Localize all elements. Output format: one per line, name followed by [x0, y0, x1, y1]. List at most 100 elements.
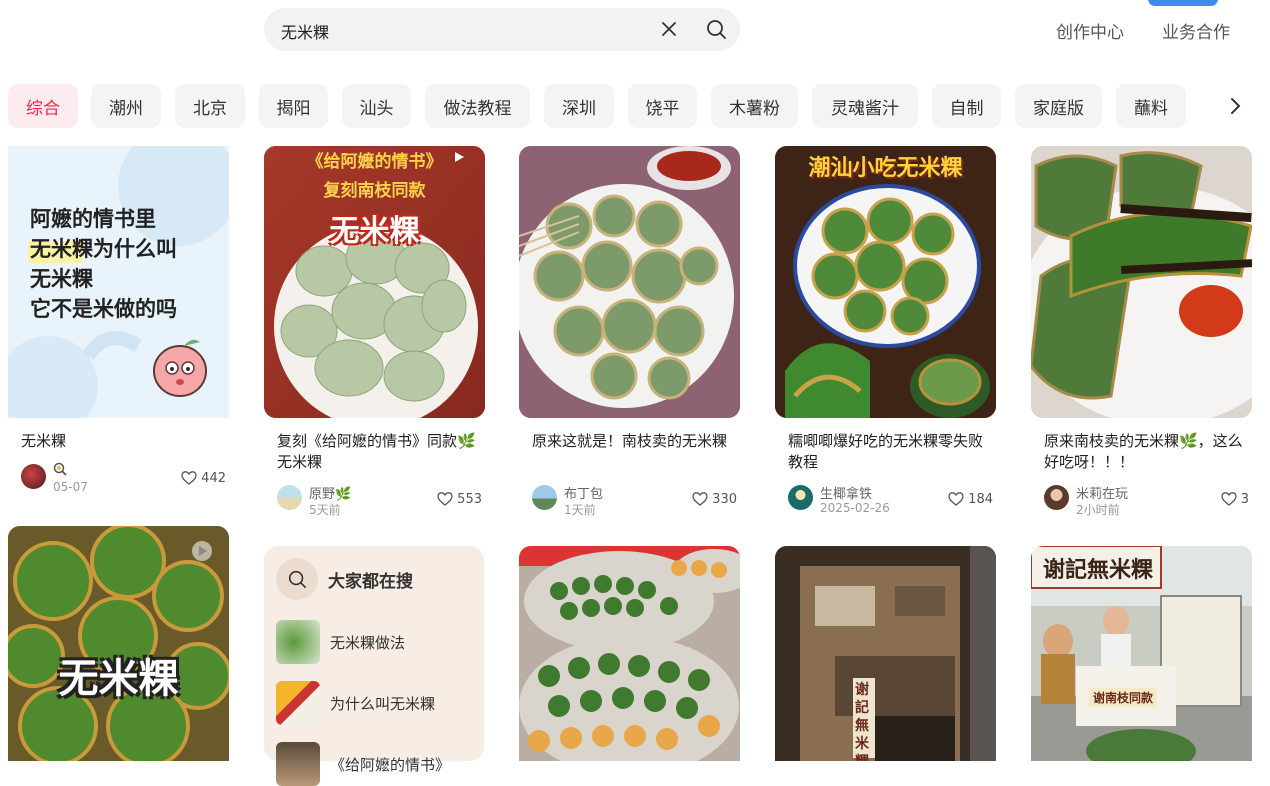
note-cover[interactable]: 潮汕小吃无米粿 — [775, 146, 996, 418]
note-title[interactable]: 原来这就是！南枝卖的无米粿 — [532, 431, 732, 452]
note-date: 2小时前 — [1076, 503, 1120, 517]
hot-search-thumb — [276, 620, 320, 664]
author-name[interactable]: 米莉在玩 — [1076, 483, 1128, 502]
like-count: 330 — [712, 491, 737, 507]
cover-title: 无米粿 — [58, 656, 179, 702]
hot-search-title: 大家都在搜 — [328, 571, 413, 592]
heart-icon — [1221, 492, 1237, 506]
chip[interactable]: 家庭版 — [1015, 84, 1102, 128]
shop-sign: 谢記無米粿 — [855, 682, 869, 761]
shop-sub-sign: 谢南枝同款 — [1089, 688, 1158, 707]
cover-photo — [519, 546, 740, 761]
heart-icon — [948, 492, 964, 506]
note-cover[interactable] — [519, 546, 740, 761]
like-count: 184 — [968, 491, 993, 507]
chip[interactable]: 深圳 — [544, 84, 614, 128]
heart-icon — [437, 492, 453, 506]
avatar[interactable] — [532, 485, 557, 510]
note-meta: 生椰拿铁 2025-02-26 184 — [788, 483, 993, 515]
author-name[interactable]: 原野🌿 — [309, 483, 351, 502]
heart-icon — [181, 471, 197, 485]
chip[interactable]: 灵魂酱汁 — [812, 84, 918, 128]
hot-search-label: 为什么叫无米粿 — [330, 694, 436, 713]
like-count: 553 — [457, 491, 482, 507]
top-bar: 无米粿 创作中心 业务合作 — [0, 0, 1270, 70]
chip[interactable]: 自制 — [932, 84, 1001, 128]
hot-search-item[interactable]: 为什么叫无米粿 — [276, 681, 476, 725]
clear-icon[interactable] — [659, 19, 679, 39]
chip-all[interactable]: 综合 — [8, 84, 78, 128]
cover-title: 潮汕小吃无米粿 — [808, 156, 963, 181]
cover-title: 无米粿 — [329, 214, 420, 249]
hot-search-label: 无米粿做法 — [330, 633, 406, 652]
hot-search-item[interactable]: 《给阿嬷的情书》 — [276, 742, 476, 786]
note-title[interactable]: 糯唧唧爆好吃的无米粿零失败教程 — [788, 431, 988, 473]
note-date: 5天前 — [309, 503, 341, 517]
chip[interactable]: 潮州 — [91, 84, 161, 128]
like-button[interactable]: 184 — [948, 491, 993, 507]
note-cover[interactable]: 阿嬷的情书里 无米粿为什么叫 无米粿 它不是米做的吗 — [8, 146, 229, 418]
hot-search-thumb — [276, 681, 320, 725]
note-cover[interactable] — [1031, 146, 1252, 418]
like-button[interactable]: 3 — [1221, 491, 1249, 507]
shop-sign: 谢記無米粿 — [1043, 558, 1154, 583]
author-name[interactable]: 布丁包 — [564, 483, 603, 502]
search-icon[interactable] — [705, 18, 727, 40]
creator-center-link[interactable]: 创作中心 — [1056, 18, 1124, 43]
note-meta: 布丁包 1天前 330 — [532, 483, 737, 517]
avatar[interactable] — [788, 485, 813, 510]
author-name[interactable]: 生椰拿铁 — [820, 483, 872, 502]
chip[interactable]: 饶平 — [628, 84, 697, 128]
chip[interactable]: 揭阳 — [259, 84, 328, 128]
note-date: 05-07 — [53, 480, 88, 494]
login-button[interactable] — [1148, 0, 1218, 6]
search-bar[interactable]: 无米粿 — [264, 8, 740, 51]
like-count: 442 — [201, 470, 226, 486]
note-title[interactable]: 原来南枝卖的无米粿🌿，这么好吃呀！！！ — [1044, 431, 1244, 473]
filter-chips: 综合 潮州 北京 揭阳 汕头 做法教程 深圳 饶平 木薯粉 灵魂酱汁 自制 家庭… — [0, 84, 1270, 130]
hot-search-header: 大家都在搜 — [276, 558, 413, 600]
cover-photo — [519, 146, 740, 418]
note-title[interactable]: 无米粿 — [21, 431, 221, 452]
search-input[interactable]: 无米粿 — [281, 19, 329, 43]
note-cover[interactable]: 谢記無米粿 — [775, 546, 996, 761]
hot-search-label: 《给阿嬷的情书》 — [330, 755, 451, 774]
cover-photo — [775, 146, 996, 418]
hot-search-item[interactable]: 无米粿做法 — [276, 620, 476, 664]
like-button[interactable]: 442 — [181, 470, 226, 486]
chip[interactable]: 做法教程 — [425, 84, 530, 128]
avatar[interactable] — [1044, 485, 1069, 510]
chip[interactable]: 蘸料 — [1116, 84, 1186, 128]
pan-icon — [53, 462, 67, 476]
note-date: 2025-02-26 — [820, 501, 890, 515]
note-cover[interactable]: 谢記無米粿 谢南枝同款 — [1031, 546, 1252, 761]
note-cover[interactable]: 无米粿 — [8, 526, 229, 761]
note-meta: 原野🌿 5天前 553 — [277, 483, 482, 517]
note-cover[interactable] — [519, 146, 740, 418]
cover-caption: 阿嬷的情书里 无米粿为什么叫 无米粿 它不是米做的吗 — [30, 207, 177, 321]
chevron-right-icon[interactable] — [1200, 84, 1270, 128]
note-meta: 05-07 442 — [21, 462, 226, 494]
chip[interactable]: 北京 — [175, 84, 245, 128]
avatar[interactable] — [277, 485, 302, 510]
note-cover[interactable]: 《给阿嬷的情书》 复刻南枝同款 无米粿 — [264, 146, 485, 418]
heart-icon — [692, 492, 708, 506]
note-title[interactable]: 复刻《给阿嬷的情书》同款🌿无米粿 — [277, 431, 477, 473]
note-meta: 米莉在玩 2小时前 3 — [1044, 483, 1249, 517]
like-count: 3 — [1240, 491, 1249, 507]
author-name[interactable] — [53, 462, 67, 480]
business-link[interactable]: 业务合作 — [1162, 18, 1230, 43]
chip[interactable]: 汕头 — [342, 84, 411, 128]
cover-photo — [1031, 146, 1252, 418]
cover-photo — [775, 546, 996, 761]
search-icon — [276, 558, 318, 600]
hot-search-panel: 大家都在搜 无米粿做法 为什么叫无米粿 《给阿嬷的情书》 — [264, 546, 484, 786]
cover-photo — [8, 526, 229, 761]
note-date: 1天前 — [564, 503, 596, 517]
chip[interactable]: 木薯粉 — [711, 84, 798, 128]
play-icon — [455, 152, 464, 162]
like-button[interactable]: 553 — [437, 491, 482, 507]
hot-search-thumb — [276, 742, 320, 786]
like-button[interactable]: 330 — [692, 491, 737, 507]
avatar[interactable] — [21, 464, 46, 489]
